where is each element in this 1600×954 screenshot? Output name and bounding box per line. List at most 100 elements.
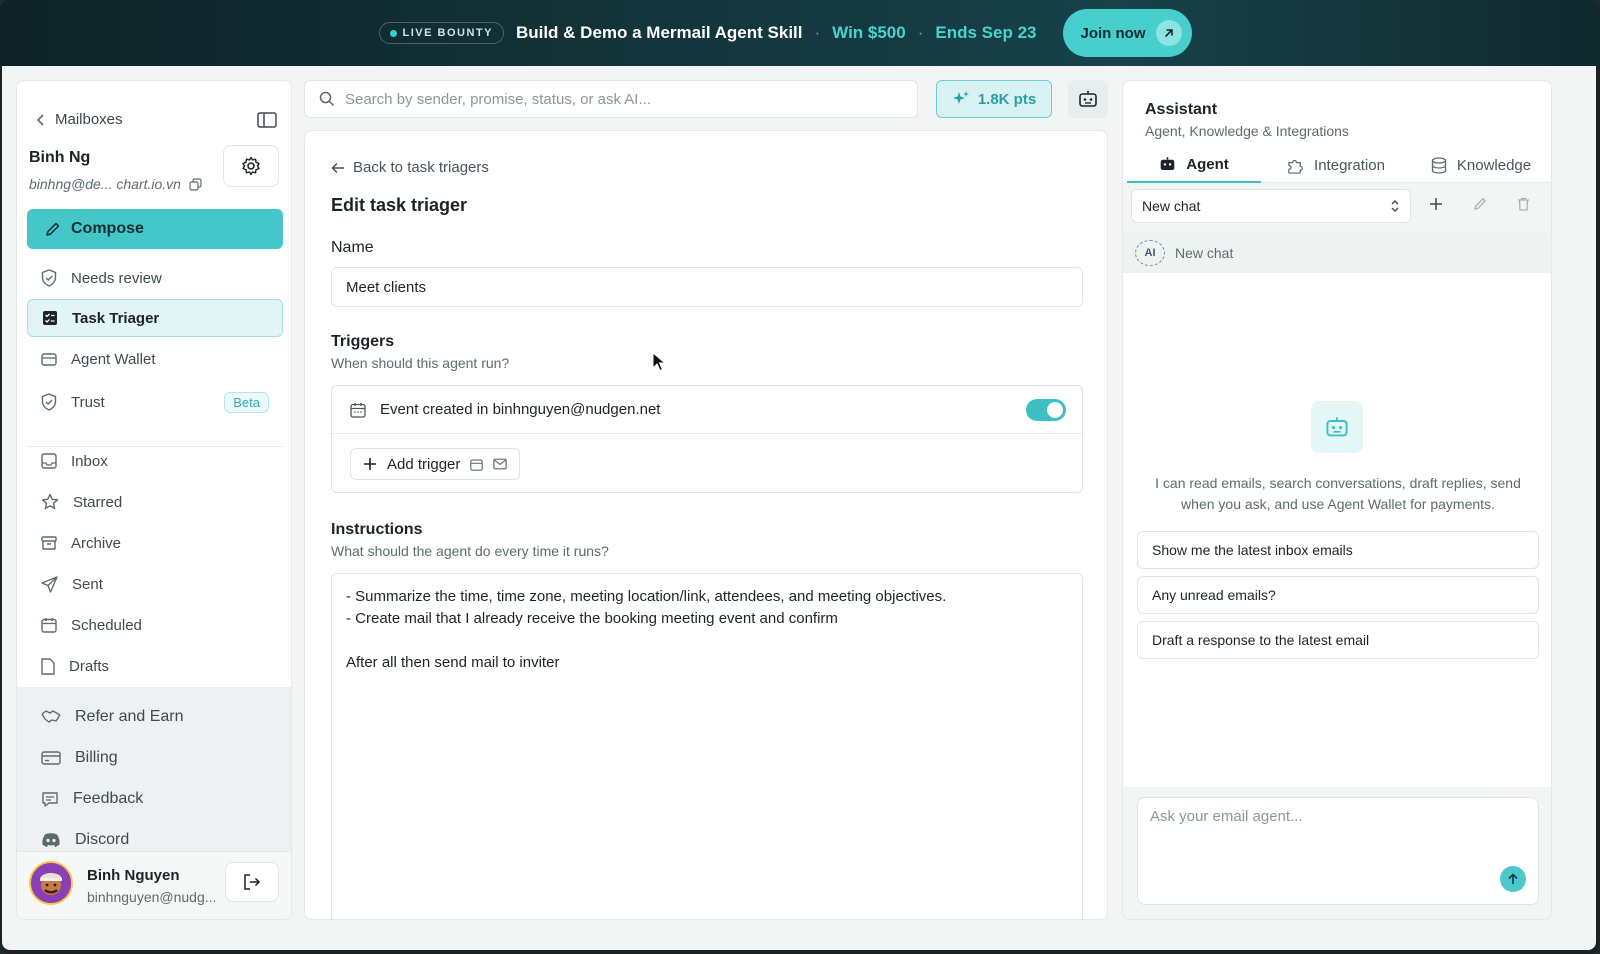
- agent-toggle-button[interactable]: [1068, 80, 1108, 118]
- copy-icon[interactable]: [189, 177, 202, 191]
- sidebar-item-drafts[interactable]: Drafts: [27, 647, 283, 685]
- sidebar-item-agent-wallet[interactable]: Agent Wallet: [27, 340, 283, 378]
- instructions-textarea[interactable]: - Summarize the time, time zone, meeting…: [331, 573, 1083, 919]
- suggestion-button[interactable]: Any unread emails?: [1137, 576, 1539, 614]
- banner-separator: ·: [917, 23, 924, 42]
- sidebar-item-inbox[interactable]: Inbox: [27, 442, 283, 480]
- sidebar-item-needs-review[interactable]: Needs review: [27, 259, 283, 297]
- bot-icon: [1160, 157, 1175, 170]
- search-input[interactable]: [345, 90, 885, 108]
- sidebar: Mailboxes Binh Ng binhng@de... chart.io.…: [16, 80, 292, 920]
- sidebar-item-label: Task Triager: [72, 309, 160, 327]
- settings-button[interactable]: [223, 145, 279, 187]
- suggestion-button[interactable]: Draft a response to the latest email: [1137, 621, 1539, 659]
- sidebar-item-archive[interactable]: Archive: [27, 524, 283, 562]
- user-email: binhnguyen@nudg...: [87, 889, 217, 905]
- points-button[interactable]: 1.8K pts: [936, 80, 1052, 118]
- join-now-button[interactable]: Join now: [1062, 9, 1192, 57]
- tab-knowledge[interactable]: Knowledge: [1411, 147, 1551, 183]
- sidebar-item-label: Trust: [71, 393, 105, 411]
- sidebar-item-label: Archive: [71, 534, 122, 552]
- points-label: 1.8K pts: [977, 90, 1037, 108]
- trigger-account: binhnguyen@nudgen.net: [492, 401, 661, 418]
- sidebar-toggle-icon[interactable]: [257, 111, 277, 128]
- sidebar-item-task-triager[interactable]: Task Triager: [27, 299, 283, 337]
- name-field[interactable]: [331, 267, 1083, 307]
- sidebar-item-feedback[interactable]: Feedback: [41, 781, 143, 817]
- sidebar-item-trust[interactable]: Trust Beta: [27, 383, 283, 421]
- tab-label: Agent: [1186, 155, 1229, 173]
- trigger-row: Event created in binhnguyen@nudgen.net: [332, 386, 1082, 434]
- chat-list-item[interactable]: AI New chat: [1123, 233, 1551, 273]
- compose-button[interactable]: Compose: [27, 209, 283, 249]
- sidebar-item-label: Billing: [75, 749, 118, 766]
- puzzle-icon: [1288, 159, 1303, 174]
- logout-icon: [244, 874, 261, 890]
- chat-toolbar: New chat: [1123, 183, 1551, 233]
- chat-select-value: New chat: [1142, 198, 1201, 214]
- beta-badge: Beta: [224, 391, 269, 413]
- sidebar-item-starred[interactable]: Starred: [27, 483, 283, 521]
- tab-integration[interactable]: Integration: [1261, 147, 1411, 183]
- sidebar-item-billing[interactable]: Billing: [41, 740, 118, 776]
- bot-icon: [1326, 417, 1348, 437]
- calendar-icon: [470, 458, 484, 471]
- app-window: LIVE BOUNTY Build & Demo a Mermail Agent…: [0, 0, 1600, 954]
- sidebar-item-scheduled[interactable]: Scheduled: [27, 606, 283, 644]
- banner-deadline: Ends Sep 23: [935, 23, 1037, 42]
- plus-icon: [364, 458, 376, 470]
- ai-badge: AI: [1135, 240, 1165, 266]
- account-name: Binh Ng: [29, 149, 91, 166]
- send-button[interactable]: [1500, 866, 1526, 892]
- instructions-subtitle: What should the agent do every time it r…: [331, 543, 609, 559]
- assistant-description: I can read emails, search conversations,…: [1155, 475, 1521, 512]
- gear-icon: [242, 156, 260, 176]
- assistant-title: Assistant: [1145, 101, 1218, 118]
- mail-icon: [493, 458, 508, 470]
- banner-prize: Win $500: [832, 23, 906, 42]
- account-email-text: binhng@de... chart.io.vn: [29, 176, 181, 192]
- star-icon: [41, 493, 59, 510]
- shield-check-icon: [41, 269, 57, 287]
- ask-box: [1137, 797, 1539, 905]
- triggers-subtitle: When should this agent run?: [331, 355, 510, 371]
- back-to-task-triagers-link[interactable]: Back to task triagers: [331, 159, 489, 176]
- instruction-line: - Create mail that I already receive the…: [346, 610, 838, 627]
- user-profile: Binh Nguyen binhnguyen@nudg...: [17, 851, 291, 919]
- instructions-heading: Instructions: [331, 521, 423, 538]
- add-trigger-button[interactable]: Add trigger: [350, 448, 521, 480]
- logout-button[interactable]: [225, 862, 279, 902]
- mailboxes-back-link[interactable]: Mailboxes: [37, 111, 123, 128]
- chevron-left-icon: [37, 113, 44, 126]
- mouse-cursor-icon: [652, 352, 666, 372]
- trash-icon[interactable]: [1517, 197, 1530, 211]
- wallet-icon: [41, 352, 57, 366]
- database-icon: [1431, 156, 1447, 174]
- tab-agent[interactable]: Agent: [1127, 147, 1261, 183]
- edit-icon[interactable]: [1473, 197, 1487, 211]
- trigger-enabled-toggle[interactable]: [1026, 399, 1066, 421]
- handshake-icon: [41, 710, 61, 723]
- user-name: Binh Nguyen: [87, 867, 180, 884]
- tab-label: Knowledge: [1456, 156, 1532, 174]
- arrow-up-right-icon: [1155, 20, 1182, 46]
- live-bounty-label: LIVE BOUNTY: [402, 27, 493, 39]
- sidebar-item-label: Starred: [73, 493, 123, 511]
- search-bar[interactable]: [304, 80, 918, 118]
- chat-select[interactable]: New chat: [1131, 189, 1411, 223]
- chevron-up-down-icon: [1391, 200, 1399, 212]
- suggestion-button[interactable]: Show me the latest inbox emails: [1137, 531, 1539, 569]
- calendar-icon: [350, 402, 366, 418]
- sidebar-item-sent[interactable]: Sent: [27, 565, 283, 603]
- calendar-icon: [41, 618, 57, 633]
- app-body: Mailboxes Binh Ng binhng@de... chart.io.…: [2, 66, 1596, 950]
- sidebar-item-label: Refer and Earn: [75, 708, 184, 725]
- avatar[interactable]: [29, 861, 73, 905]
- assistant-bot-icon: [1311, 401, 1363, 453]
- new-chat-plus-icon[interactable]: [1429, 197, 1443, 211]
- ask-agent-input[interactable]: [1150, 808, 1520, 868]
- name-label: Name: [331, 239, 374, 256]
- sidebar-item-refer-and-earn[interactable]: Refer and Earn: [41, 699, 184, 735]
- promo-banner: LIVE BOUNTY Build & Demo a Mermail Agent…: [0, 0, 1600, 66]
- mailboxes-label: Mailboxes: [55, 111, 123, 128]
